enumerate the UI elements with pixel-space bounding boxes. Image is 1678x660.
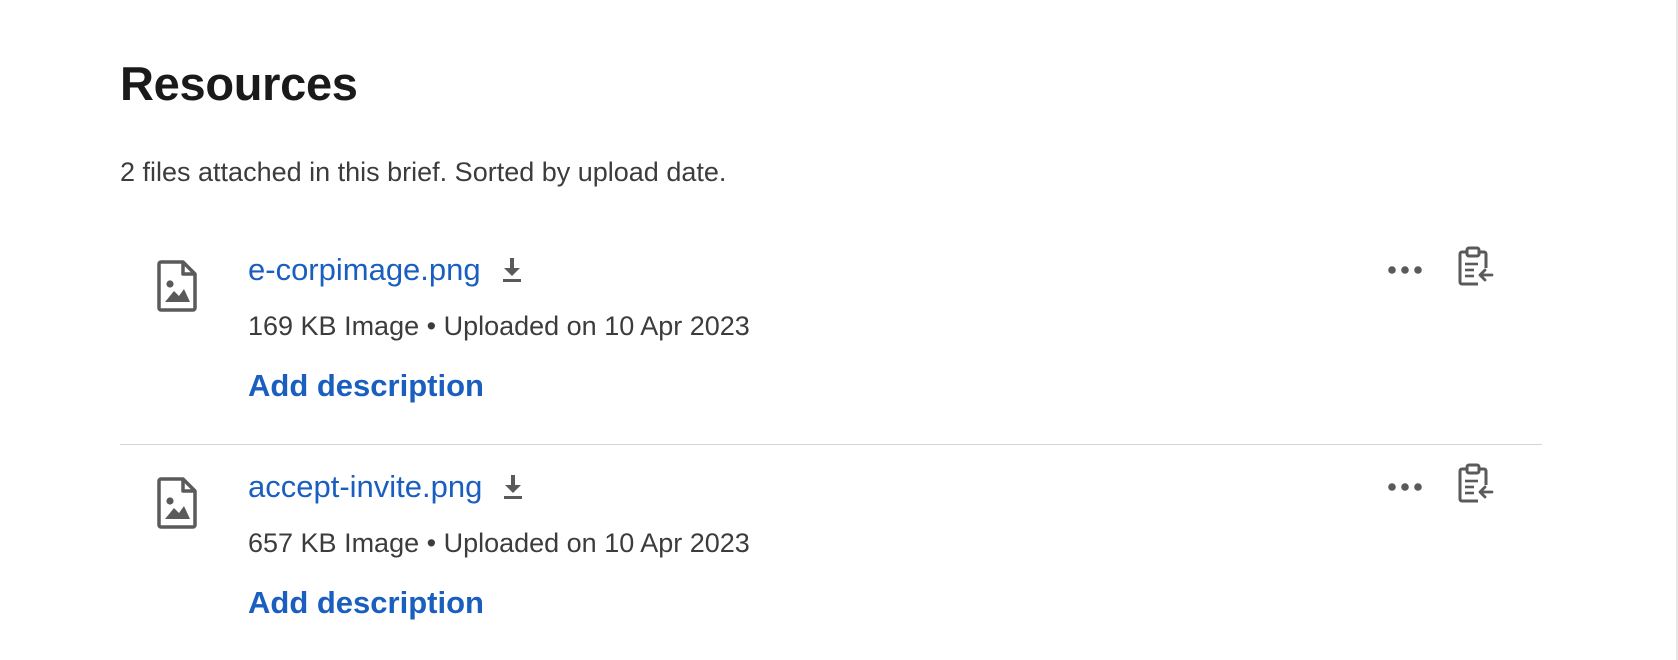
- more-options-icon[interactable]: [1382, 469, 1430, 505]
- file-row: e-corpimage.png 169 KB Image • Uploaded …: [120, 230, 1542, 444]
- section-subtitle: 2 files attached in this brief. Sorted b…: [120, 157, 727, 187]
- download-icon[interactable]: [501, 257, 523, 283]
- file-meta: 169 KB Image • Uploaded on 10 Apr 2023: [248, 311, 750, 341]
- clipboard-paste-icon[interactable]: [1456, 461, 1496, 505]
- file-name-line: accept-invite.png: [248, 467, 524, 507]
- file-meta: 657 KB Image • Uploaded on 10 Apr 2023: [248, 528, 750, 558]
- file-row: accept-invite.png 657 KB Image • Uploade…: [120, 444, 1542, 657]
- image-file-icon: [157, 477, 197, 529]
- more-options-icon[interactable]: [1382, 252, 1430, 288]
- download-icon[interactable]: [502, 474, 524, 500]
- file-name-link[interactable]: accept-invite.png: [248, 467, 482, 507]
- file-name-link[interactable]: e-corpimage.png: [248, 250, 481, 290]
- add-description-button[interactable]: Add description: [248, 583, 484, 623]
- file-list: e-corpimage.png 169 KB Image • Uploaded …: [120, 230, 1542, 657]
- add-description-button[interactable]: Add description: [248, 366, 484, 406]
- file-name-line: e-corpimage.png: [248, 250, 523, 290]
- page-title: Resources: [120, 57, 358, 110]
- image-file-icon: [157, 260, 197, 312]
- clipboard-paste-icon[interactable]: [1456, 244, 1496, 288]
